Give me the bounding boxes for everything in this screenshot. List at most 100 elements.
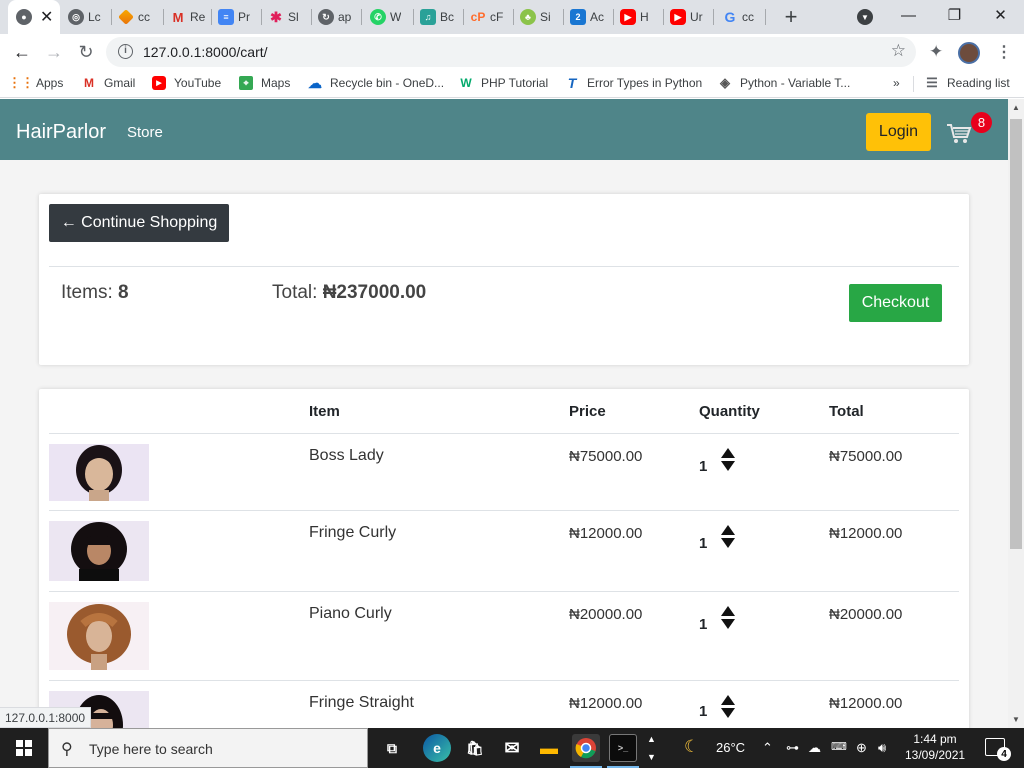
product-quantity: 1: [699, 458, 708, 475]
tab[interactable]: 2 Ac: [564, 0, 614, 34]
tab[interactable]: ♣ Si: [514, 0, 564, 34]
weather-icon[interactable]: ☾: [684, 737, 699, 757]
bookmark-onedrive[interactable]: ☁ Recycle bin - OneD...: [308, 75, 444, 91]
language-globe-icon[interactable]: ⊕: [856, 740, 867, 756]
decrease-quantity-icon[interactable]: [721, 461, 735, 471]
bookmark-python-variable[interactable]: ◈ Python - Variable T...: [718, 75, 850, 90]
restore-icon[interactable]: ❐: [932, 0, 977, 30]
product-price: ₦20000.00: [569, 606, 643, 623]
tab-label: Pr: [238, 10, 250, 24]
avatar[interactable]: [958, 42, 980, 64]
page-scrollbar[interactable]: ▲ ▼: [1008, 99, 1024, 728]
terminal-icon[interactable]: >_: [609, 734, 637, 762]
windows-start-icon[interactable]: [0, 728, 48, 768]
tab-search-icon[interactable]: ▼: [857, 9, 873, 25]
decrease-quantity-icon[interactable]: [721, 708, 735, 718]
network-icon[interactable]: ⊶: [786, 740, 799, 756]
bookmark-apps[interactable]: ⋮⋮ Apps: [8, 75, 63, 90]
volume-icon[interactable]: 🔊︎: [878, 740, 886, 756]
product-image: [49, 602, 149, 670]
mail-icon[interactable]: ✉: [498, 734, 526, 762]
tab[interactable]: ✆ W: [362, 0, 414, 34]
bookmark-youtube[interactable]: ▶ YouTube: [152, 76, 221, 90]
store-link[interactable]: Store: [127, 124, 163, 141]
gmail-icon: M: [172, 9, 184, 25]
tab-label: Si: [540, 10, 551, 24]
close-window-icon[interactable]: ✕: [978, 0, 1023, 30]
taskbar-search[interactable]: ⚲ Type here to search: [48, 728, 368, 768]
cart-count-badge: 8: [971, 112, 992, 133]
tab[interactable]: cP cF: [464, 0, 514, 34]
product-price: ₦12000.00: [569, 525, 643, 542]
back-icon[interactable]: ←: [8, 38, 36, 66]
taskbar-search-placeholder[interactable]: Type here to search: [89, 741, 213, 757]
scrollbar-thumb[interactable]: [1010, 119, 1022, 549]
notification-icon[interactable]: 4: [985, 738, 1011, 761]
extensions-icon[interactable]: ✦: [929, 42, 943, 62]
product-quantity: 1: [699, 703, 708, 720]
increase-quantity-icon[interactable]: [721, 448, 735, 458]
decrease-quantity-icon[interactable]: [721, 619, 735, 629]
checkout-button[interactable]: Checkout: [849, 284, 942, 322]
decrease-quantity-icon[interactable]: [721, 538, 735, 548]
store-app-icon[interactable]: 🛍: [461, 734, 489, 762]
site-info-icon[interactable]: i: [118, 44, 133, 59]
increase-quantity-icon[interactable]: [721, 606, 735, 616]
quantity-stepper: [721, 695, 735, 718]
header-price: Price: [569, 403, 606, 420]
new-tab-button[interactable]: +: [778, 4, 804, 30]
bookmark-php-tutorial[interactable]: W PHP Tutorial: [459, 76, 548, 90]
chrome-menu-icon[interactable]: ⋮: [996, 42, 1012, 62]
weather-temp[interactable]: 26°C: [716, 740, 745, 755]
ime-icon[interactable]: ⌨: [831, 740, 847, 753]
bookmark-error-types[interactable]: T Error Types in Python: [565, 75, 702, 91]
more-bookmarks-button[interactable]: »: [893, 76, 900, 90]
product-image: [49, 521, 149, 581]
address-bar[interactable]: i 127.0.0.1:8000/cart/ ☆: [106, 37, 916, 67]
tab[interactable]: ≡ Pr: [212, 0, 262, 34]
tab-label: cc: [742, 10, 754, 24]
colab-icon: [118, 9, 134, 25]
globe-icon: ◎: [68, 9, 84, 25]
reading-list-button[interactable]: ☰ Reading list: [925, 75, 1010, 90]
tab[interactable]: ▶ H: [614, 0, 664, 34]
increase-quantity-icon[interactable]: [721, 695, 735, 705]
onedrive-tray-icon[interactable]: ☁: [808, 740, 821, 756]
scroll-up-icon[interactable]: ▲: [1012, 103, 1020, 112]
file-explorer-icon[interactable]: ▬: [535, 734, 563, 762]
site-brand[interactable]: HairParlor: [16, 121, 106, 144]
bookmark-gmail[interactable]: M Gmail: [82, 76, 135, 90]
forward-icon[interactable]: →: [40, 38, 68, 66]
reload-icon[interactable]: ↻: [72, 38, 100, 66]
increase-quantity-icon[interactable]: [721, 525, 735, 535]
table-row: Piano Curly ₦20000.00 1 ₦20000.00: [39, 591, 969, 680]
edge-icon[interactable]: e: [423, 734, 451, 762]
continue-shopping-button[interactable]: ← Continue Shopping: [49, 204, 229, 242]
tab[interactable]: ◎ Lc: [60, 0, 112, 34]
bookmark-star-icon[interactable]: ☆: [891, 41, 906, 61]
bookmark-maps[interactable]: ⌖ Maps: [239, 76, 290, 90]
tray-chevron-icon[interactable]: ⌃: [762, 740, 773, 756]
login-button[interactable]: Login: [866, 113, 931, 151]
tab[interactable]: ✱ Sl: [262, 0, 312, 34]
tab[interactable]: G cc: [714, 0, 766, 34]
close-tab-icon[interactable]: ✕: [40, 7, 53, 27]
scroll-down-icon[interactable]: ▼: [1012, 715, 1020, 724]
minimize-icon[interactable]: —: [886, 0, 931, 30]
cart-icon[interactable]: [946, 123, 972, 145]
taskbar-clock[interactable]: 1:44 pm 13/09/2021: [905, 731, 965, 763]
taskbar-overflow-icon[interactable]: ▲ ▼: [647, 730, 656, 766]
address-url[interactable]: 127.0.0.1:8000/cart/: [143, 44, 268, 60]
tab-active[interactable]: ● ✕: [8, 0, 60, 34]
tab[interactable]: ▶ Ur: [664, 0, 714, 34]
chrome-taskbar-icon[interactable]: [572, 734, 600, 762]
product-name: Piano Curly: [309, 605, 392, 622]
tab[interactable]: ♫ Bc: [414, 0, 464, 34]
task-view-icon[interactable]: ⧉: [378, 734, 406, 762]
tab-label: Sl: [288, 10, 299, 24]
more-bookmarks-label: »: [893, 76, 900, 90]
tab[interactable]: M Re: [164, 0, 212, 34]
tab[interactable]: cc: [112, 0, 164, 34]
cart-summary-card: ← Continue Shopping Items: 8 Total: ₦237…: [39, 194, 969, 365]
tab[interactable]: ↻ ap: [312, 0, 362, 34]
